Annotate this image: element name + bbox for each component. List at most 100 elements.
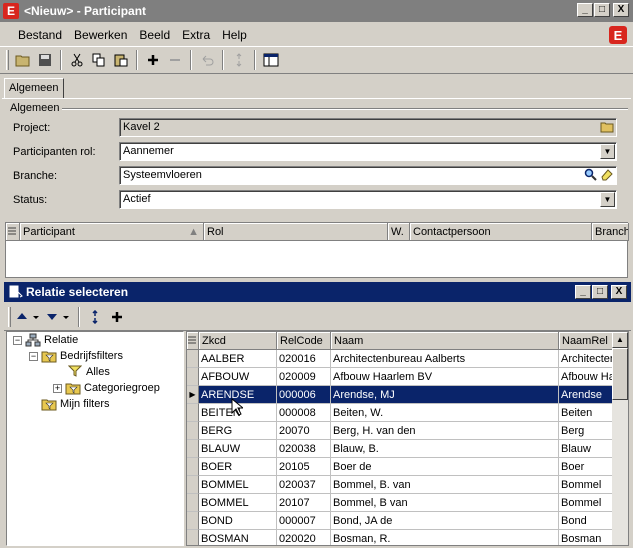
folder-filter-icon xyxy=(41,349,57,363)
scroll-thumb[interactable] xyxy=(612,348,628,400)
table-cell: Beiten, W. xyxy=(331,404,559,422)
row-indicator[interactable] xyxy=(187,440,199,458)
close-button[interactable]: X xyxy=(613,3,629,17)
minimize-button[interactable]: _ xyxy=(577,3,593,17)
column-naamrel[interactable]: NaamRel xyxy=(559,332,614,350)
dialog-minimize-button[interactable]: _ xyxy=(575,285,591,299)
paste-icon[interactable] xyxy=(110,49,132,71)
table-row[interactable]: BOMMEL 20107 Bommel, B van Bommel xyxy=(187,494,614,512)
undo-icon[interactable] xyxy=(196,49,218,71)
row-indicator[interactable] xyxy=(187,368,199,386)
grid-select-all[interactable] xyxy=(6,223,20,241)
tree-node-mijn-filters[interactable]: Mijn filters xyxy=(41,397,110,411)
row-indicator[interactable] xyxy=(187,476,199,494)
menu-beeld[interactable]: Beeld xyxy=(139,28,170,42)
row-indicator[interactable] xyxy=(187,422,199,440)
remove-icon[interactable] xyxy=(164,49,186,71)
relatie-grid[interactable]: Zkcd RelCode Naam NaamRel AALBER 020016 Ar… xyxy=(186,331,629,546)
table-row[interactable]: BERG 20070 Berg, H. van den Berg xyxy=(187,422,614,440)
copy-icon[interactable] xyxy=(88,49,110,71)
table-cell: Boer xyxy=(559,458,614,476)
menu-extra[interactable]: Extra xyxy=(182,28,210,42)
tree-node-categoriegroep[interactable]: Categoriegroep xyxy=(65,381,160,395)
scroll-up-icon[interactable]: ▲ xyxy=(612,332,628,348)
column-naam[interactable]: Naam xyxy=(331,332,559,350)
branche-field[interactable]: Systeemvloeren xyxy=(119,166,617,185)
menu-help[interactable]: Help xyxy=(222,28,247,42)
table-row[interactable]: AALBER 020016 Architectenbureau Aalberts Ar… xyxy=(187,350,614,368)
layout-icon[interactable] xyxy=(260,49,282,71)
table-cell: BOSMAN xyxy=(199,530,277,545)
chevron-down-icon[interactable]: ▼ xyxy=(600,192,615,207)
project-field[interactable]: Kavel 2 xyxy=(119,118,617,137)
table-cell: 20105 xyxy=(277,458,331,476)
table-row[interactable]: ▶ ARENDSE 000006 Arendse, MJ Arendse xyxy=(187,386,614,404)
table-row[interactable]: BOER 20105 Boer de Boer xyxy=(187,458,614,476)
cut-icon[interactable] xyxy=(66,49,88,71)
dialog-icon xyxy=(9,285,23,299)
table-cell: BOMMEL xyxy=(199,494,277,512)
row-indicator[interactable] xyxy=(187,350,199,368)
expand-icon[interactable]: + xyxy=(53,384,62,393)
toolbar-separator xyxy=(60,50,62,70)
participant-grid[interactable]: Participant ▲ Rol W. Contactpersoon Bran… xyxy=(5,222,629,278)
add-icon[interactable] xyxy=(142,49,164,71)
column-relcode[interactable]: RelCode xyxy=(277,332,331,350)
add-icon[interactable] xyxy=(106,306,128,328)
menu-bar: Bestand Bewerken Beeld Extra Help xyxy=(0,24,633,46)
rol-select[interactable]: Aannemer ▼ xyxy=(119,142,617,161)
column-participant[interactable]: Participant ▲ xyxy=(20,223,204,241)
table-row[interactable]: BOMMEL 020037 Bommel, B. van Bommel xyxy=(187,476,614,494)
collapse-icon[interactable]: − xyxy=(13,336,22,345)
branche-label: Branche: xyxy=(13,170,58,182)
table-cell: Afbouw Haa xyxy=(559,368,614,386)
menu-bestand[interactable]: Bestand xyxy=(18,28,62,42)
search-icon[interactable] xyxy=(583,168,598,183)
refresh-icon[interactable] xyxy=(84,306,106,328)
dialog-close-button[interactable]: X xyxy=(611,285,627,299)
row-indicator[interactable] xyxy=(187,512,199,530)
column-rol[interactable]: Rol xyxy=(204,223,388,241)
row-indicator-icon[interactable]: ▶ xyxy=(187,386,199,404)
toolbar-grip[interactable] xyxy=(6,50,9,70)
column-w[interactable]: W. xyxy=(388,223,410,241)
status-select[interactable]: Actief ▼ xyxy=(119,190,617,209)
table-row[interactable]: BLAUW 020038 Blauw, B. Blauw xyxy=(187,440,614,458)
maximize-button[interactable]: □ xyxy=(594,3,610,17)
refresh-icon[interactable] xyxy=(228,49,250,71)
row-indicator[interactable] xyxy=(187,404,199,422)
save-icon[interactable] xyxy=(34,49,56,71)
table-cell: AALBER xyxy=(199,350,277,368)
table-row[interactable]: BEITEN 000008 Beiten, W. Beiten xyxy=(187,404,614,422)
tab-algemeen[interactable]: Algemeen xyxy=(4,78,64,99)
chevron-down-icon[interactable]: ▼ xyxy=(600,144,615,159)
row-indicator[interactable] xyxy=(187,494,199,512)
move-up-dropdown[interactable] xyxy=(14,306,44,328)
open-folder-icon[interactable] xyxy=(599,120,614,135)
app-icon: E xyxy=(3,3,19,19)
table-row[interactable]: BOSMAN 020020 Bosman, R. Bosman xyxy=(187,530,614,545)
tree-node-alles[interactable]: Alles xyxy=(67,365,110,379)
row-indicator[interactable] xyxy=(187,458,199,476)
tree-node-relatie[interactable]: Relatie xyxy=(25,333,78,347)
table-row[interactable]: AFBOUW020009Afbouw Haarlem BVAfbouw Haa xyxy=(187,368,614,386)
dialog-maximize-button[interactable]: □ xyxy=(592,285,608,299)
tree-node-bedrijfsfilters[interactable]: Bedrijfsfilters xyxy=(41,349,123,363)
toolbar-grip[interactable] xyxy=(8,306,11,327)
move-down-dropdown[interactable] xyxy=(44,306,74,328)
table-row[interactable]: BOND 000007 Bond, JA de Bond xyxy=(187,512,614,530)
table-cell: Bommel, B van xyxy=(331,494,559,512)
row-indicator[interactable] xyxy=(187,530,199,545)
filter-tree[interactable]: − Relatie − Bedrijfsfilters Alles + Cate… xyxy=(6,331,184,546)
grid-select-all[interactable] xyxy=(187,332,199,350)
eraser-icon[interactable] xyxy=(599,168,614,183)
open-folder-icon[interactable] xyxy=(12,49,34,71)
menu-bewerken[interactable]: Bewerken xyxy=(74,28,127,42)
column-zkcd[interactable]: Zkcd xyxy=(199,332,277,350)
collapse-icon[interactable]: − xyxy=(29,352,38,361)
column-branche[interactable]: Branche xyxy=(592,223,629,241)
table-cell: BOMMEL xyxy=(199,476,277,494)
column-contactpersoon[interactable]: Contactpersoon xyxy=(410,223,592,241)
table-cell: BOER xyxy=(199,458,277,476)
vertical-scrollbar[interactable]: ▲ xyxy=(612,332,628,545)
